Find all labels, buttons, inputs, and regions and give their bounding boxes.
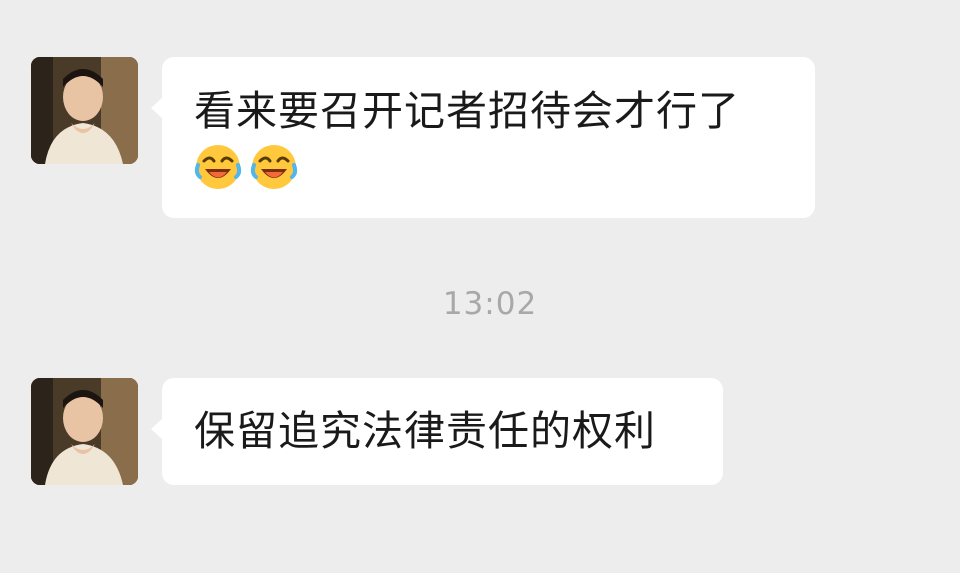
contact-avatar[interactable] <box>31 57 138 164</box>
laughing-crying-emoji-icon <box>250 145 298 189</box>
message-bubble[interactable]: 保留追究法律责任的权利 <box>151 378 723 485</box>
contact-avatar[interactable] <box>31 378 138 485</box>
message-text: 看来要召开记者招待会才行了 <box>194 87 740 135</box>
emoji-line <box>194 143 783 193</box>
message-bubble[interactable]: 看来要召开记者招待会才行了 <box>151 57 815 218</box>
chat-timestamp: 13:02 <box>442 286 538 322</box>
person-avatar-icon <box>31 57 138 164</box>
laughing-crying-emoji-icon <box>194 145 242 189</box>
message-text: 保留追究法律责任的权利 <box>194 407 656 455</box>
person-avatar-icon <box>31 378 138 485</box>
